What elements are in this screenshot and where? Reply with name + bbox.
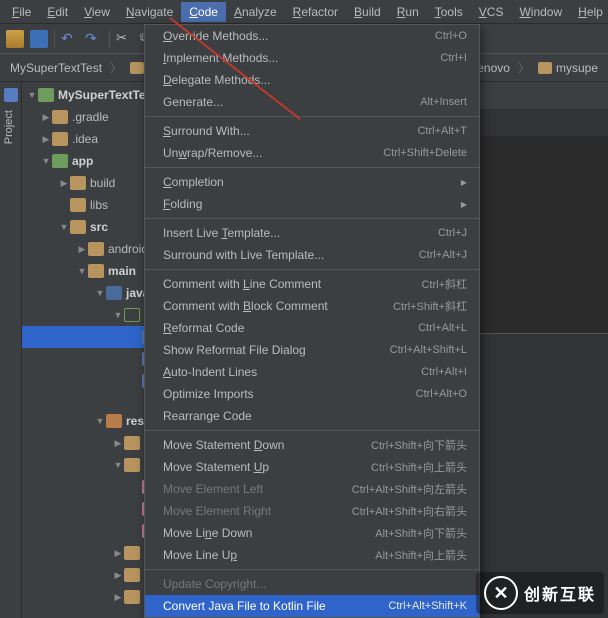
- folder-icon: [70, 220, 86, 234]
- menu-file[interactable]: File: [4, 2, 39, 22]
- menu-item[interactable]: Unwrap/Remove...Ctrl+Shift+Delete: [145, 142, 479, 164]
- menu-refactor[interactable]: Refactor: [285, 2, 346, 22]
- code-menu: Override Methods...Ctrl+OImplement Metho…: [144, 24, 480, 618]
- menu-item[interactable]: Move Statement DownCtrl+Shift+向下箭头: [145, 434, 479, 456]
- cut-icon[interactable]: ✂: [116, 30, 134, 48]
- folder-icon: [88, 264, 104, 278]
- crumb-item[interactable]: mysupe: [532, 61, 604, 75]
- menu-separator: [145, 569, 479, 570]
- menu-item[interactable]: Move Statement UpCtrl+Shift+向上箭头: [145, 456, 479, 478]
- menu-item[interactable]: Show Reformat File DialogCtrl+Alt+Shift+…: [145, 339, 479, 361]
- menu-analyze[interactable]: Analyze: [226, 2, 285, 22]
- tool-rail: Project: [0, 82, 22, 618]
- save-icon[interactable]: [30, 30, 48, 48]
- source-folder-icon: [106, 286, 122, 300]
- res-folder-icon: [106, 414, 122, 428]
- menu-item[interactable]: Comment with Line CommentCtrl+斜杠: [145, 273, 479, 295]
- menu-item[interactable]: Surround with Live Template...Ctrl+Alt+J: [145, 244, 479, 266]
- folder-icon: [124, 568, 140, 582]
- package-icon: [124, 308, 140, 322]
- folder-icon: [52, 132, 68, 146]
- menubar: FileEditViewNavigateCodeAnalyzeRefactorB…: [0, 0, 608, 24]
- project-tool-label[interactable]: Project: [3, 110, 15, 144]
- folder-icon: [124, 590, 140, 604]
- menu-item[interactable]: Reformat CodeCtrl+Alt+L: [145, 317, 479, 339]
- project-tool-icon[interactable]: [4, 88, 18, 102]
- separator: [54, 30, 55, 48]
- menu-item: Update Copyright...: [145, 573, 479, 595]
- menu-window[interactable]: Window: [511, 2, 570, 22]
- menu-item[interactable]: Implement Methods...Ctrl+I: [145, 47, 479, 69]
- menu-tools[interactable]: Tools: [427, 2, 471, 22]
- menu-item[interactable]: Insert Live Template...Ctrl+J: [145, 222, 479, 244]
- menu-item[interactable]: Auto-Indent LinesCtrl+Alt+I: [145, 361, 479, 383]
- menu-item[interactable]: Optimize ImportsCtrl+Alt+O: [145, 383, 479, 405]
- menu-separator: [145, 430, 479, 431]
- menu-item[interactable]: Move Line UpAlt+Shift+向上箭头: [145, 544, 479, 566]
- folder-icon: [52, 110, 68, 124]
- menu-item[interactable]: Move Line DownAlt+Shift+向下箭头: [145, 522, 479, 544]
- menu-help[interactable]: Help: [570, 2, 608, 22]
- module-icon: [38, 88, 54, 102]
- menu-item: Move Element LeftCtrl+Alt+Shift+向左箭头: [145, 478, 479, 500]
- menu-build[interactable]: Build: [346, 2, 389, 22]
- menu-view[interactable]: View: [76, 2, 118, 22]
- folder-icon: [70, 176, 86, 190]
- menu-item[interactable]: Delegate Methods...: [145, 69, 479, 91]
- menu-separator: [145, 218, 479, 219]
- menu-edit[interactable]: Edit: [39, 2, 76, 22]
- folder-icon: [88, 242, 104, 256]
- menu-item[interactable]: Comment with Block CommentCtrl+Shift+斜杠: [145, 295, 479, 317]
- folder-icon: [538, 62, 552, 74]
- menu-item[interactable]: Completion: [145, 171, 479, 193]
- menu-item[interactable]: Surround With...Ctrl+Alt+T: [145, 120, 479, 142]
- watermark: ✕ 创新互联: [476, 572, 604, 614]
- menu-run[interactable]: Run: [389, 2, 427, 22]
- folder-icon: [130, 62, 144, 74]
- menu-navigate[interactable]: Navigate: [118, 2, 181, 22]
- folder-icon: [124, 458, 140, 472]
- open-icon[interactable]: [6, 30, 24, 48]
- folder-icon: [70, 198, 86, 212]
- undo-icon[interactable]: ↶: [61, 30, 79, 48]
- separator: [109, 30, 110, 48]
- watermark-icon: ✕: [484, 576, 518, 610]
- menu-code[interactable]: Code: [181, 2, 226, 22]
- redo-icon[interactable]: ↷: [85, 30, 103, 48]
- menu-vcs[interactable]: VCS: [471, 2, 512, 22]
- menu-separator: [145, 269, 479, 270]
- watermark-text: 创新互联: [524, 581, 596, 605]
- menu-item[interactable]: Convert Java File to Kotlin FileCtrl+Alt…: [145, 595, 479, 617]
- menu-item[interactable]: Generate...Alt+Insert: [145, 91, 479, 113]
- menu-separator: [145, 116, 479, 117]
- crumb-root[interactable]: MySuperTextTest: [4, 61, 108, 75]
- menu-item: Move Element RightCtrl+Alt+Shift+向右箭头: [145, 500, 479, 522]
- module-icon: [52, 154, 68, 168]
- menu-item[interactable]: Override Methods...Ctrl+O: [145, 25, 479, 47]
- folder-icon: [124, 546, 140, 560]
- menu-item[interactable]: Folding: [145, 193, 479, 215]
- menu-item[interactable]: Rearrange Code: [145, 405, 479, 427]
- folder-icon: [124, 436, 140, 450]
- menu-separator: [145, 167, 479, 168]
